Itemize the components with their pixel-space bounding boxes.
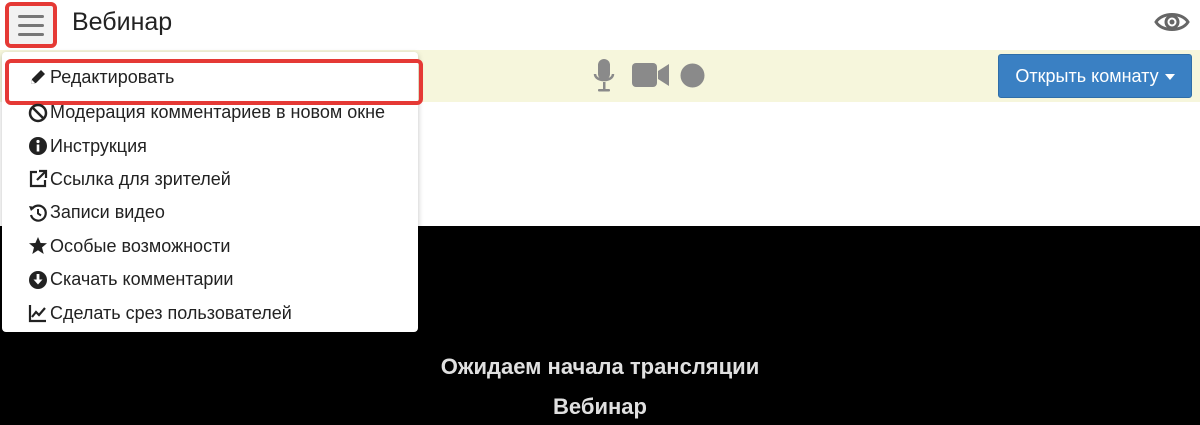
- history-icon: [29, 204, 47, 222]
- info-circle-icon: [29, 137, 47, 156]
- menu-item-download-comments[interactable]: Скачать комментарии: [2, 263, 418, 296]
- header: Вебинар: [0, 0, 1200, 48]
- eye-icon[interactable]: [1154, 4, 1190, 40]
- menu-toggle-button[interactable]: [5, 2, 57, 48]
- external-link-icon: [29, 170, 48, 188]
- menu-item-instructions[interactable]: Инструкция: [2, 129, 418, 162]
- menu-item-edit[interactable]: Редактировать: [2, 58, 423, 105]
- menu-item-viewer-link[interactable]: Ссылка для зрителей: [2, 163, 418, 196]
- menu-item-label: Скачать комментарии: [50, 269, 234, 290]
- menu-item-label: Сделать срез пользователей: [50, 302, 292, 323]
- menu-item-moderation[interactable]: Модерация комментариев в новом окне: [2, 96, 418, 129]
- open-room-label: Открыть комнату: [1015, 65, 1159, 86]
- hamburger-icon: [18, 14, 44, 36]
- menu-item-label: Особые возможности: [50, 235, 231, 256]
- line-chart-icon: [28, 305, 46, 323]
- event-name: Вебинар: [553, 394, 647, 419]
- ban-icon: [28, 103, 48, 122]
- main-menu-dropdown: Редактировать Модерация комментариев в н…: [2, 52, 423, 332]
- menu-item-label: Инструкция: [50, 135, 147, 156]
- open-room-button[interactable]: Открыть комнату: [998, 54, 1192, 98]
- menu-item-label: Модерация комментариев в новом окне: [50, 102, 386, 123]
- star-icon: [29, 237, 47, 255]
- menu-item-user-snapshot[interactable]: Сделать срез пользователей: [2, 296, 418, 329]
- menu-item-special-features[interactable]: Особые возможности: [2, 230, 418, 263]
- caret-down-icon: [1164, 74, 1175, 80]
- pencil-icon: [31, 70, 45, 84]
- menu-item-label: Записи видео: [50, 202, 165, 223]
- page-title: Вебинар: [72, 8, 173, 36]
- microphone-icon[interactable]: [593, 58, 615, 94]
- waiting-message: Ожидаем начала трансляции: [440, 354, 760, 379]
- menu-item-label: Редактировать: [50, 66, 175, 87]
- video-camera-icon[interactable]: [632, 62, 669, 88]
- menu-item-video-recordings[interactable]: Записи видео: [2, 196, 418, 229]
- download-circle-icon: [29, 270, 47, 289]
- menu-item-label: Ссылка для зрителей: [50, 168, 231, 189]
- circle-icon[interactable]: [680, 63, 705, 88]
